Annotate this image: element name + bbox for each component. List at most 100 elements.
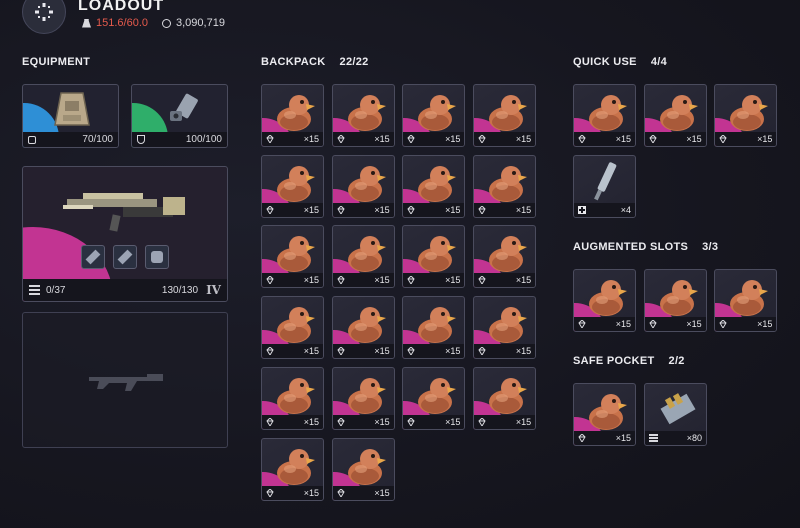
diamond-icon [478,276,486,285]
backpack-slot[interactable]: ×15 [402,84,466,147]
rubber-duck-icon [489,307,528,344]
backpack-slot[interactable]: ×15 [331,296,395,360]
slot-footer: ×15 [332,273,394,288]
rifle-icon [63,193,185,232]
quick-use-slot[interactable]: ×15 [573,84,636,147]
slot-footer: ×15 [644,132,706,146]
weight-icon [82,18,91,28]
safe-pocket-slot[interactable]: ×15 [573,383,636,446]
backpack-slot[interactable]: ×15 [473,154,537,218]
quick-use-slot[interactable]: ×15 [714,84,778,147]
quick-use-slot[interactable]: ×15 [643,84,707,147]
item-quantity: ×15 [374,275,390,286]
backpack-slot[interactable]: ×15 [331,437,395,501]
backpack-slot[interactable]: ×15 [261,84,324,147]
item-quantity: ×15 [515,204,532,215]
diamond-icon [266,488,274,497]
diamond-icon [407,205,415,214]
diamond-icon [266,347,274,356]
item-quantity: ×15 [515,134,532,144]
slot-footer: ×15 [474,344,536,359]
quick-use-slot[interactable]: ×4 [573,155,636,218]
backpack-slot[interactable]: ×15 [331,366,395,430]
item-quantity: ×15 [374,134,390,144]
item-quantity: ×15 [445,134,461,144]
backpack-slot[interactable]: ×15 [473,296,537,360]
rubber-duck-icon [277,448,315,485]
crosshair-icon [35,3,53,21]
item-quantity: ×15 [445,346,461,357]
safe-pocket-slot[interactable]: ×80 [644,383,707,446]
backpack-label: BACKPACK [261,56,326,68]
primary-weapon-slot[interactable]: 0/37 130/130 IV [22,166,228,302]
safe-pocket-label: SAFE POCKET [573,355,655,367]
slot-footer: ×15 [474,202,536,217]
rubber-duck-icon [418,377,457,414]
diamond-icon [578,320,586,328]
diamond-icon [266,135,274,143]
diamond-icon [578,434,586,442]
rubber-duck-icon [418,165,457,202]
page-title: LOADOUT [78,0,165,14]
quick-use-label: QUICK USE [573,56,637,68]
diamond-icon [478,205,486,214]
weapon-ammo: 0/37 [46,284,66,296]
item-quantity: ×15 [445,416,461,427]
item-quantity: ×15 [515,275,532,286]
diamond-icon [478,347,486,356]
backpack-slot[interactable]: ×15 [261,366,324,430]
backpack-slot[interactable]: ×15 [402,296,466,360]
backpack-slot[interactable]: ×15 [402,366,466,430]
slot-footer: ×15 [332,485,394,500]
diamond-icon [337,347,345,356]
diamond-icon [578,135,586,143]
backpack-slot[interactable]: ×15 [261,154,324,218]
item-quantity: ×15 [757,134,773,144]
loadout-logo [22,0,66,34]
chest-rig-icon [54,92,90,126]
augmented-slot[interactable]: ×15 [643,269,707,332]
augmented-count: 3/3 [702,241,719,253]
backpack-slot[interactable]: ×15 [402,154,466,218]
backpack-slot[interactable]: ×15 [261,296,324,360]
item-quantity: ×15 [686,134,702,144]
rubber-duck-icon [277,236,315,273]
rubber-duck-icon [489,95,528,131]
backpack-slot[interactable]: ×15 [331,84,395,147]
backpack-slot[interactable]: ×15 [331,154,395,218]
secondary-weapon-slot[interactable] [22,312,228,448]
backpack-header: BACKPACK 22/22 [261,56,369,68]
rifle-silhouette-icon [89,374,163,391]
item-quantity: ×15 [303,134,319,144]
backpack-slot[interactable]: ×15 [331,225,395,289]
weight-value: 151.6/60.0 [96,17,148,29]
backpack-slot[interactable]: ×15 [473,225,537,289]
item-quantity: ×80 [686,433,702,443]
backpack-slot[interactable]: ×15 [402,225,466,289]
slot-footer: ×15 [332,414,394,429]
rubber-duck-icon [589,95,627,131]
item-quantity: ×15 [445,204,461,215]
backpack-slot[interactable]: ×15 [473,84,537,147]
attachment-slot-2[interactable] [113,245,137,269]
augmented-slot[interactable]: ×15 [573,269,636,332]
backpack-slot[interactable]: ×15 [261,225,324,289]
item-quantity: ×15 [374,416,390,427]
shield-slot[interactable]: 100/100 [131,84,228,148]
slot-footer: ×15 [403,273,465,288]
augment-slot[interactable]: 70/100 [22,84,119,148]
attachment-slot-1[interactable] [81,245,105,269]
diamond-icon [266,417,274,426]
item-quantity: ×15 [515,416,532,427]
backpack-slot[interactable]: ×15 [473,366,537,430]
backpack-slot[interactable]: ×15 [261,437,324,501]
attachment-slot-3[interactable] [145,245,169,269]
diamond-icon [266,205,274,214]
chest-rig-small-icon [28,135,36,144]
slot-footer: ×15 [474,132,536,146]
rubber-duck-icon [277,307,315,344]
shield-durability: 100/100 [185,134,222,145]
augmented-slot[interactable]: ×15 [714,269,778,332]
slot-footer: ×15 [332,202,394,217]
item-quantity: ×15 [303,416,319,427]
